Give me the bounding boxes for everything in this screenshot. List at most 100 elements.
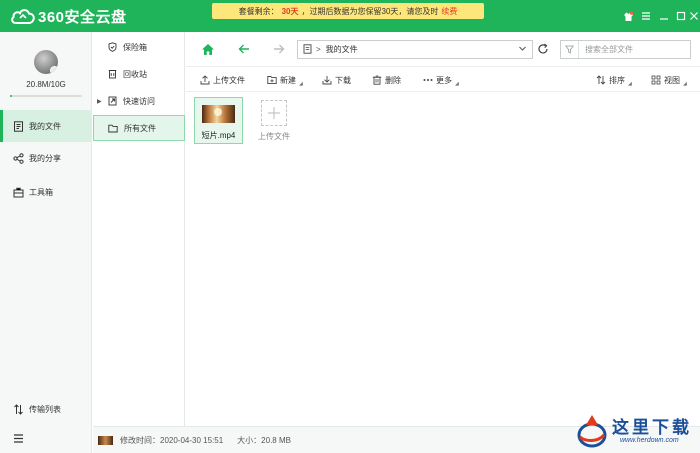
tree-item-label: 保险箱	[123, 42, 147, 52]
back-button[interactable]	[236, 41, 252, 57]
avatar-badge	[50, 66, 58, 74]
refresh-button[interactable]	[535, 41, 551, 57]
avatar[interactable]	[34, 50, 58, 74]
more-button[interactable]: 更多 ◢	[423, 73, 459, 87]
menu-button[interactable]	[638, 8, 654, 24]
quota-progress-bar	[10, 95, 82, 97]
quota-progress-fill	[10, 95, 12, 97]
caret-icon: ◢	[455, 81, 459, 87]
caret-icon: ◢	[628, 81, 632, 87]
main-menu-button[interactable]	[0, 422, 92, 453]
download-button[interactable]: 下载	[322, 73, 351, 87]
sidebar-item-my-shares[interactable]: 我的分享	[0, 142, 92, 174]
selected-file-thumbnail	[98, 435, 113, 445]
plus-icon	[261, 100, 287, 126]
caret-icon: ◢	[299, 81, 303, 87]
title-bar: 360安全云盘 套餐剩余： 30天 ，过期后数据为您保留30天，请您及时 续费	[0, 0, 700, 32]
toolbox-icon	[12, 186, 24, 198]
upload-tile-label: 上传文件	[258, 132, 290, 141]
download-label: 下载	[335, 75, 351, 85]
watermark: 这里下载 www.herdown.com	[574, 409, 696, 453]
sidebar-item-my-files[interactable]: 我的文件	[0, 110, 92, 142]
notice-prefix: 套餐剩余：	[238, 6, 279, 16]
upload-icon	[200, 75, 210, 85]
grid-view-icon	[651, 75, 661, 85]
home-button[interactable]	[200, 41, 216, 57]
download-icon	[322, 75, 332, 85]
breadcrumb-separator: >	[316, 45, 321, 54]
file-grid: 短片.mp4 上传文件	[186, 93, 700, 426]
notice-days: 30天	[281, 6, 299, 16]
upload-tile[interactable]: 上传文件	[254, 97, 294, 144]
search-input[interactable]	[579, 45, 679, 54]
maximize-icon	[676, 11, 686, 21]
tree-item-label: 所有文件	[124, 123, 156, 133]
sidebar-item-toolbox[interactable]: 工具箱	[0, 176, 92, 208]
folder-tree: 保险箱 回收站 ▶ 快速访问 所有文件	[93, 32, 185, 426]
path-breadcrumb[interactable]: > 我的文件	[297, 40, 533, 59]
minimize-icon	[660, 18, 668, 20]
filter-icon	[565, 45, 574, 54]
skin-icon	[623, 11, 633, 21]
main-panel: > 我的文件 上传文件 新建 ◢ 下载	[186, 32, 700, 426]
cloud-logo-icon	[11, 9, 35, 24]
arrow-right-icon	[274, 44, 285, 54]
sidebar-item-label: 我的文件	[29, 121, 61, 131]
close-icon	[690, 12, 698, 20]
view-button[interactable]: 视图 ◢	[651, 73, 687, 87]
upload-button[interactable]: 上传文件	[200, 73, 245, 87]
notice-message: ，过期后数据为您保留30天，请您及时	[301, 6, 439, 16]
file-icon	[12, 120, 24, 132]
document-icon	[303, 43, 312, 56]
sidebar-item-label: 工具箱	[29, 187, 53, 197]
delete-button[interactable]: 删除	[372, 73, 401, 87]
new-button[interactable]: 新建 ◢	[267, 73, 303, 87]
tree-item-all-files[interactable]: 所有文件	[93, 115, 185, 141]
sort-icon	[596, 75, 606, 85]
quota-text: 20.8M/10G	[26, 80, 66, 89]
trash-icon	[372, 75, 382, 85]
home-icon	[202, 43, 214, 55]
forward-button[interactable]	[271, 41, 287, 57]
tree-item-vault[interactable]: 保险箱	[93, 34, 185, 60]
delete-label: 删除	[385, 75, 401, 85]
caret-icon: ◢	[683, 81, 687, 87]
subscription-notice: 套餐剩余： 30天 ，过期后数据为您保留30天，请您及时 续费	[212, 3, 484, 19]
view-label: 视图	[664, 75, 680, 85]
sort-button[interactable]: 排序 ◢	[596, 73, 632, 87]
close-button[interactable]	[688, 8, 700, 24]
refresh-icon	[538, 43, 548, 54]
maximize-button[interactable]	[674, 8, 688, 24]
recycle-bin-icon	[107, 69, 117, 79]
skin-button[interactable]	[620, 8, 636, 24]
filter-button[interactable]	[561, 41, 579, 58]
video-thumbnail	[202, 105, 235, 123]
arrow-left-icon	[238, 44, 249, 54]
new-folder-icon	[267, 75, 277, 85]
watermark-text: 这里下载	[612, 418, 692, 438]
minimize-button[interactable]	[656, 8, 672, 24]
transfer-list-button[interactable]: 传输列表	[0, 393, 92, 425]
new-label: 新建	[280, 75, 296, 85]
tree-item-quick-access[interactable]: ▶ 快速访问	[93, 88, 185, 114]
watermark-url: www.herdown.com	[620, 437, 679, 444]
sort-label: 排序	[609, 75, 625, 85]
status-modified: 修改时间：2020-04-30 15:51	[120, 435, 224, 445]
hamburger-icon	[12, 432, 24, 444]
share-icon	[12, 152, 24, 164]
renew-link[interactable]: 续费	[441, 6, 457, 17]
tree-item-recycle-bin[interactable]: 回收站	[93, 61, 185, 87]
tree-item-label: 快速访问	[123, 96, 155, 106]
search-box	[560, 40, 691, 59]
file-name: 短片.mp4	[201, 131, 236, 140]
quick-access-icon	[107, 96, 117, 106]
breadcrumb-item[interactable]: 我的文件	[326, 44, 358, 55]
sidebar: 20.8M/10G 我的文件 我的分享 工具箱 传输列表	[0, 32, 92, 453]
navigation-bar: > 我的文件	[186, 32, 700, 66]
tree-item-label: 回收站	[123, 69, 147, 79]
transfer-icon	[12, 403, 24, 415]
app-title: 360安全云盘	[38, 8, 127, 26]
chevron-down-icon[interactable]	[518, 44, 527, 55]
file-item[interactable]: 短片.mp4	[194, 97, 243, 144]
expand-arrow-icon[interactable]: ▶	[97, 98, 102, 105]
